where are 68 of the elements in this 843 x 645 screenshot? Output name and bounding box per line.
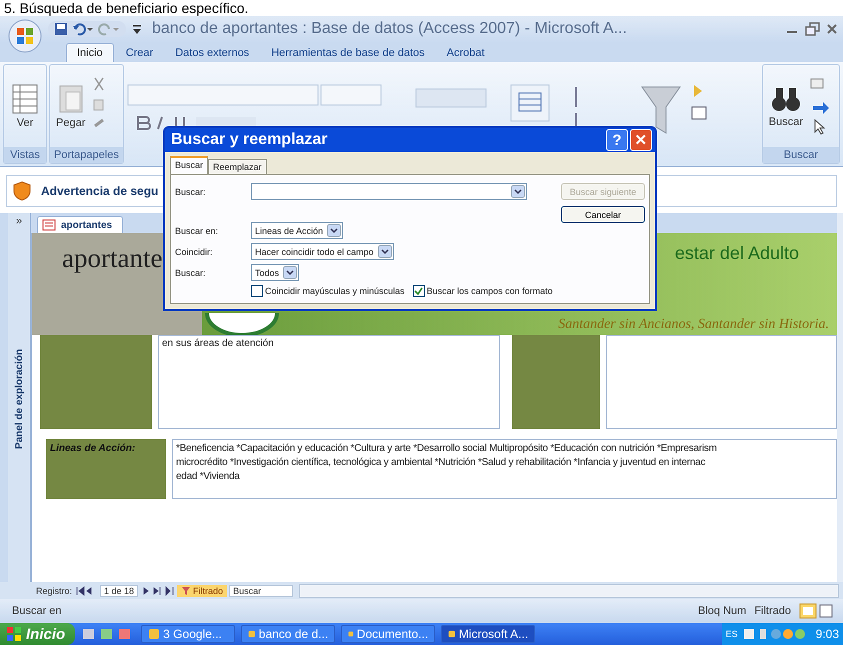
- filter-toggle[interactable]: Filtrado: [177, 584, 228, 596]
- logo-emblem-icon: [202, 313, 282, 335]
- app-icon: [448, 628, 456, 640]
- app-icon: [148, 628, 160, 640]
- taskbar-button[interactable]: 3 Google...: [141, 625, 236, 643]
- checkbox[interactable]: Coincidir mayúsculas y minúsculas: [251, 285, 405, 297]
- security-warning: Advertencia de segu: [41, 184, 158, 198]
- ribbon-button[interactable]: Pegar: [56, 83, 86, 129]
- text-field[interactable]: en sus áreas de atención: [158, 335, 500, 429]
- clock: 9:03: [816, 627, 839, 641]
- taskbar-button[interactable]: banco de d...: [241, 625, 336, 643]
- ribbon-tab[interactable]: Crear: [116, 44, 164, 62]
- shield-icon: [13, 181, 31, 201]
- view-icon: [10, 83, 40, 115]
- page-heading: 5. Búsqueda de beneficiario específico.: [3, 0, 250, 16]
- taskbar-button[interactable]: Documento...: [341, 625, 436, 643]
- restore-icon[interactable]: [805, 22, 821, 36]
- expand-button[interactable]: »: [16, 213, 22, 229]
- ribbon-button[interactable]: Buscar: [768, 84, 803, 128]
- window-title: banco de aportantes : Base de datos (Access 2007) - Microsoft A...: [151, 20, 628, 38]
- close-icon[interactable]: [827, 22, 837, 36]
- dropdown[interactable]: Hacer coincidir todo el campo: [251, 243, 394, 260]
- customize-icon[interactable]: [132, 22, 142, 36]
- horizontal-scrollbar[interactable]: [299, 584, 839, 598]
- checkbox[interactable]: Buscar los campos con formato: [412, 285, 553, 297]
- filter-icon: [181, 586, 192, 596]
- windows-flag-icon: [6, 626, 22, 642]
- save-icon[interactable]: [54, 22, 68, 36]
- checkmark-icon: [414, 286, 424, 296]
- next-last-icon: [141, 586, 176, 596]
- slogan: Santander sin Ancianos, Santander sin Historia.: [558, 317, 829, 333]
- dialog-title: Buscar y reemplazar: [171, 131, 329, 149]
- status-indicator: Filtrado: [754, 605, 791, 617]
- form-icon: [42, 219, 56, 231]
- ribbon-button[interactable]: Ver: [10, 83, 40, 129]
- header-text: estar del Adulto: [674, 243, 799, 264]
- field-label: Buscar:: [175, 186, 207, 196]
- ribbon-tab[interactable]: Datos externos: [165, 44, 260, 62]
- text-field[interactable]: *Beneficencia *Capacitación y educación *Cultura y arte *Desarrollo social Multipropósito *Educación con nutrición *Empresarism microcrédito *Investigación científica, tecnológica y ambiental *Nutrición *Salud y rehabilitación *Infancia y juventud en internac edad *Vivienda: [172, 439, 837, 499]
- pane-label: Panel de exploración: [14, 349, 24, 450]
- undo-icon[interactable]: [72, 22, 94, 36]
- group-label: Buscar: [762, 147, 839, 163]
- field-label: Lineas de Acción:: [46, 439, 166, 499]
- language-indicator: ES: [726, 629, 738, 639]
- dialog-tab[interactable]: Buscar: [170, 156, 208, 174]
- start-button[interactable]: Inicio: [0, 623, 76, 645]
- text-field[interactable]: [606, 335, 837, 429]
- ribbon-tab[interactable]: Inicio: [66, 43, 114, 62]
- search-combobox[interactable]: [251, 183, 527, 200]
- record-navigator[interactable]: Registro: 1 de 18: [36, 584, 176, 596]
- status-text: Buscar en: [12, 605, 63, 617]
- taskbar-button[interactable]: Microsoft A...: [441, 625, 536, 643]
- close-button[interactable]: ✕: [630, 129, 652, 151]
- status-indicator: Bloq Num: [698, 605, 746, 617]
- app-icon: [248, 628, 256, 640]
- help-button[interactable]: ?: [606, 129, 628, 151]
- dropdown[interactable]: Todos: [251, 264, 300, 281]
- search-field[interactable]: Buscar: [229, 584, 294, 596]
- dialog-button[interactable]: Cancelar: [561, 206, 645, 223]
- clipboard-icon: [56, 83, 85, 115]
- group-label: Vistas: [4, 147, 46, 163]
- group-label: Portapapeles: [50, 147, 123, 163]
- ribbon-tab[interactable]: Acrobat: [436, 44, 495, 62]
- field-label: Buscar en:: [175, 226, 220, 236]
- ribbon-tab[interactable]: Herramientas de base de datos: [261, 44, 435, 62]
- dropdown[interactable]: Lineas de Acción: [251, 222, 344, 239]
- document-tab[interactable]: aportantes: [37, 216, 124, 233]
- dialog-tab[interactable]: Reemplazar: [208, 159, 267, 174]
